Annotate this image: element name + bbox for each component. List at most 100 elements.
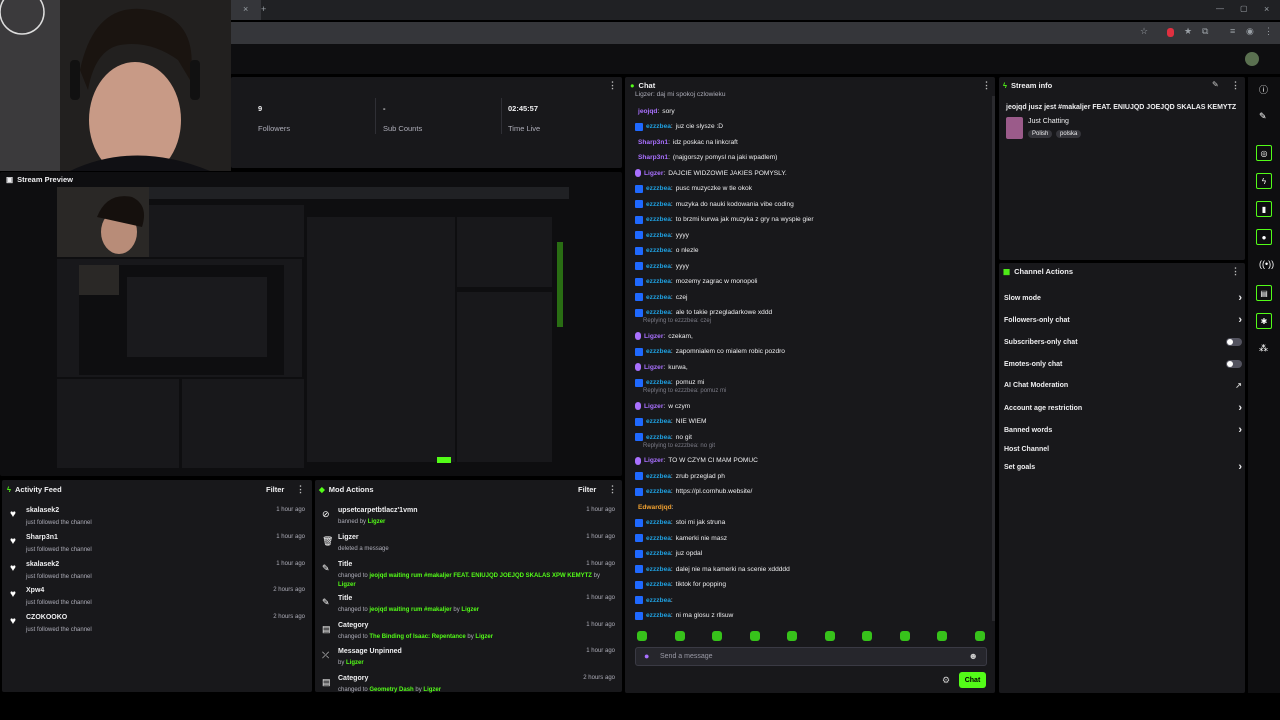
chat-username[interactable]: ezzzbea [646,185,671,192]
activity-item[interactable]: ♥ CZOKOOKO just followed the channel 2 hour… [10,614,305,640]
emote-icon[interactable] [637,631,647,641]
channel-action-item[interactable]: Account age restriction › [1004,402,1242,414]
profile-icon[interactable]: ◉ [1246,26,1254,37]
chat-username[interactable]: Ligzer [644,364,663,371]
emote-icon[interactable] [674,631,685,641]
emote-icon[interactable] [937,631,947,641]
chat-send-button[interactable]: Chat [959,672,986,688]
chat-username[interactable]: Sharp3n1 [638,139,668,146]
stream-info-menu-icon[interactable]: ⋮ [1231,80,1240,91]
emote-icon[interactable] [974,631,985,641]
activity-item[interactable]: ♥ skalasek2 just followed the channel 1 hou… [10,561,305,587]
maximize-icon[interactable]: ▢ [1240,4,1248,13]
emote-icon[interactable] [824,631,835,641]
stats-menu-icon[interactable]: ⋮ [608,80,617,91]
sidebar-document-icon[interactable]: ▮ [1256,201,1272,217]
chat-username[interactable]: Sharp3n1 [638,154,668,161]
edit-pencil-icon[interactable]: ✎ [1212,80,1219,89]
chat-username[interactable]: ezzzbea [646,294,671,301]
chevron-right-icon[interactable]: › [1238,292,1242,304]
info-circle-icon[interactable]: ⓘ [1259,83,1268,96]
chat-username[interactable]: Edwardjqd [638,504,672,511]
minimize-icon[interactable]: — [1216,4,1224,13]
chevron-right-icon[interactable]: › [1238,461,1242,473]
activity-username[interactable]: skalasek2 [26,561,59,568]
channel-action-item[interactable]: Set goals › [1004,461,1242,473]
chevron-right-icon[interactable]: › [1238,402,1242,414]
sidebar-camera-icon[interactable]: ◎ [1256,145,1272,161]
chat-username[interactable]: ezzzbea [646,348,671,355]
channel-action-item[interactable]: Banned words › [1004,424,1242,436]
bookmark-star-icon[interactable]: ☆ [1140,26,1148,37]
chat-input-box[interactable]: ● Send a message ☻ [635,647,987,666]
chat-username[interactable]: Ligzer [644,170,663,177]
chat-username[interactable]: ezzzbea [646,566,671,573]
broadcast-icon[interactable]: ((•)) [1259,259,1274,269]
chat-username[interactable]: ezzzbea [646,550,671,557]
channel-actions-menu-icon[interactable]: ⋮ [1231,266,1240,277]
chat-username[interactable]: ezzzbea [646,519,671,526]
mod-action-by[interactable]: Ligzer [346,660,364,666]
chevron-right-icon[interactable]: › [1238,314,1242,326]
activity-username[interactable]: CZOKOOKO [26,614,67,621]
activity-username[interactable]: Sharp3n1 [26,534,58,541]
browser-tab[interactable]: × [231,0,261,20]
emote-icon[interactable] [787,631,797,641]
chat-menu-icon[interactable]: ⋮ [982,80,991,91]
activity-username[interactable]: Xpw4 [26,587,44,594]
emote-icon[interactable] [712,631,722,641]
chat-username[interactable]: ezzzbea [646,488,671,495]
toggle-switch[interactable] [1226,338,1242,346]
mod-action-by[interactable]: Ligzer [423,687,441,693]
nodes-icon[interactable]: ⁂ [1259,343,1268,354]
mod-filter-button[interactable]: Filter [578,485,596,494]
emote-icon[interactable] [862,631,872,641]
media-icon[interactable]: ≡ [1230,26,1235,36]
mod-action-by[interactable]: Ligzer [338,582,356,588]
channel-action-item[interactable]: AI Chat Moderation ↗ [1004,379,1242,391]
address-bar[interactable] [231,22,1280,44]
activity-item[interactable]: ♥ skalasek2 just followed the channel 1 hou… [10,507,305,533]
chat-username[interactable]: ezzzbea [646,247,671,254]
chat-username[interactable]: ezzzbea [646,216,671,223]
chat-scrollbar[interactable] [992,96,995,621]
channel-action-item[interactable]: Host Channel [1004,443,1242,455]
menu-dots-icon[interactable]: ⋮ [1264,26,1273,37]
activity-filter-button[interactable]: Filter [266,485,284,494]
emote-icon[interactable] [899,631,910,641]
mod-action-by[interactable]: Ligzer [475,634,493,640]
chat-username[interactable]: ezzzbea [646,473,671,480]
extension-icon[interactable] [1167,28,1174,37]
external-link-icon[interactable]: ↗ [1235,381,1242,390]
chat-username[interactable]: ezzzbea [646,379,671,386]
chat-username[interactable]: ezzzbea [646,581,671,588]
toggle-switch[interactable] [1226,360,1242,368]
emote-icon[interactable] [749,631,760,641]
tab-close-icon[interactable]: × [243,4,248,14]
activity-item[interactable]: ♥ Xpw4 just followed the channel 2 hours ag… [10,587,305,613]
tag-chip[interactable]: polska [1056,130,1082,138]
chat-username[interactable]: ezzzbea [646,418,671,425]
chat-username[interactable]: ezzzbea [646,612,671,619]
chat-username[interactable]: ezzzbea [646,434,671,441]
chat-username[interactable]: ezzzbea [646,232,671,239]
tag-chip[interactable]: Polish [1028,130,1053,138]
extension-star-icon[interactable]: ★ [1184,26,1192,37]
mod-menu-icon[interactable]: ⋮ [608,484,617,495]
chat-settings-gear-icon[interactable]: ⚙ [942,675,950,686]
activity-username[interactable]: skalasek2 [26,507,59,514]
new-tab-icon[interactable]: + [261,4,266,14]
stream-preview-video[interactable] [57,187,569,468]
chat-username[interactable]: ezzzbea [646,263,671,270]
chat-username[interactable]: ezzzbea [646,535,671,542]
chat-username[interactable]: Ligzer [644,403,663,410]
mod-action-by[interactable]: Ligzer [368,519,386,525]
channel-action-item[interactable]: Slow mode › [1004,292,1242,304]
channel-action-item[interactable]: Subscribers-only chat [1004,336,1242,348]
channel-action-item[interactable]: Followers-only chat › [1004,314,1242,326]
chat-username[interactable]: ezzzbea [646,278,671,285]
activity-item[interactable]: ♥ Sharp3n1 just followed the channel 1 hour… [10,534,305,560]
chevron-right-icon[interactable]: › [1238,424,1242,436]
sidebar-chat-icon[interactable]: ● [1256,229,1272,245]
user-avatar[interactable] [1245,52,1259,66]
